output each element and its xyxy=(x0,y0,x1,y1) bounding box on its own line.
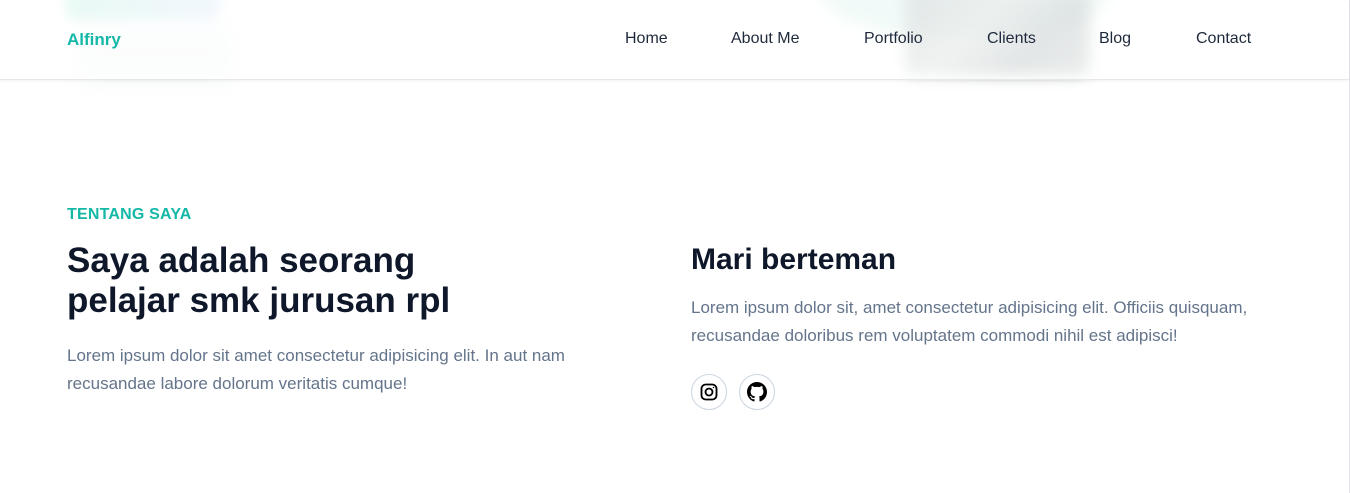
nav-link-blog[interactable]: Blog xyxy=(1099,30,1131,48)
github-icon xyxy=(747,382,767,402)
nav-link-contact[interactable]: Contact xyxy=(1196,30,1251,48)
github-button[interactable] xyxy=(739,374,775,410)
navbar: Alfinry Home About Me Portfolio Clients … xyxy=(0,0,1349,80)
connect-description: Lorem ipsum dolor sit, amet consectetur … xyxy=(691,298,1248,345)
section-eyebrow: TENTANG SAYA xyxy=(67,206,192,223)
instagram-button[interactable] xyxy=(691,374,727,410)
about-headline: Saya adalah seorang pelajar smk jurusan … xyxy=(67,241,451,320)
nav-link-about-me[interactable]: About Me xyxy=(731,30,799,48)
nav-link-clients[interactable]: Clients xyxy=(987,30,1036,48)
nav-link-portfolio[interactable]: Portfolio xyxy=(864,30,923,48)
about-description: Lorem ipsum dolor sit amet consectetur a… xyxy=(67,346,565,393)
nav-link-home[interactable]: Home xyxy=(625,30,668,48)
connect-title: Mari berteman xyxy=(691,243,897,276)
about-section: TENTANG SAYA Saya adalah seorang pelajar… xyxy=(0,80,1349,493)
instagram-icon xyxy=(699,382,719,402)
brand-logo[interactable]: Alfinry xyxy=(67,30,121,50)
